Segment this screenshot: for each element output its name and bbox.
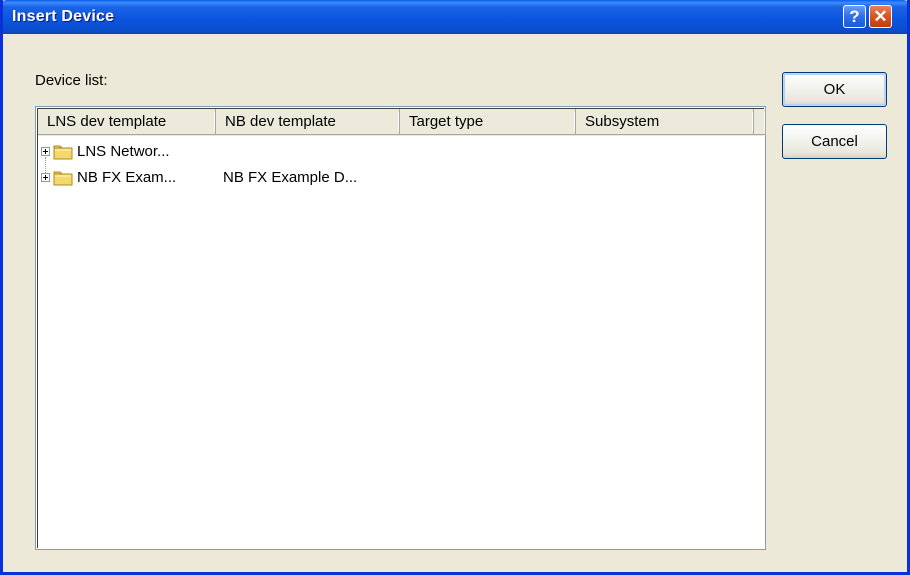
column-header-subsystem[interactable]: Subsystem [576,109,754,135]
insert-device-dialog: Insert Device ? ✕ Device list: LNS dev t… [0,0,910,575]
device-list-label: Device list: [35,72,108,89]
folder-icon [53,171,73,186]
row-lns-template: LNS Networ... [77,143,170,160]
title-bar[interactable]: Insert Device ? ✕ [3,0,907,34]
device-list-body: LNS dev template NB dev template Target … [37,108,766,548]
help-icon: ? [849,7,860,26]
plus-icon[interactable] [41,173,50,182]
close-button[interactable]: ✕ [869,5,892,28]
column-header-nb-dev-template[interactable]: NB dev template [216,109,400,135]
row-lns-template: NB FX Exam... [77,169,177,186]
device-list[interactable]: LNS dev template NB dev template Target … [35,106,766,550]
column-header-target-type[interactable]: Target type [400,109,576,135]
row-nb-template: NB FX Example D... [223,169,358,186]
device-list-rows: LNS Networ... NB FX Exam... NB FX Exampl… [38,139,764,191]
ok-button[interactable]: OK [782,72,887,107]
column-header-filler [754,109,766,135]
folder-icon [53,145,73,160]
cancel-button[interactable]: Cancel [782,124,887,159]
tree-row[interactable]: LNS Networ... [38,139,764,173]
plus-icon[interactable] [41,147,50,156]
close-icon: ✕ [873,7,888,26]
tree-row[interactable]: NB FX Exam... NB FX Example D... [38,165,764,191]
column-header-lns-dev-template[interactable]: LNS dev template [38,109,216,135]
help-button[interactable]: ? [843,5,866,28]
device-list-header: LNS dev template NB dev template Target … [38,109,766,136]
window-title: Insert Device [12,8,115,25]
